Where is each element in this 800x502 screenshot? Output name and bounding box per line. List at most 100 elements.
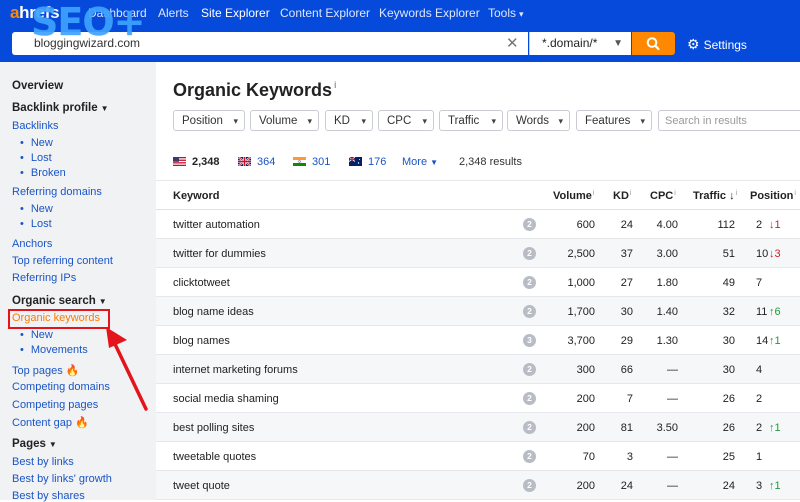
chevron-down-icon: ▾ (558, 116, 563, 126)
col-header-position[interactable]: Positioni (750, 190, 796, 202)
info-icon[interactable]: i (334, 80, 337, 90)
nav-alerts[interactable]: Alerts (158, 6, 189, 20)
serp-features-badge[interactable]: 2 (523, 421, 536, 434)
sidebar-item-competing-pages[interactable]: Competing pages (12, 399, 98, 411)
filter-cpc[interactable]: CPC ▾ (378, 110, 434, 131)
sidebar-backlink-profile[interactable]: Backlink profile ▼ (12, 102, 109, 114)
keyword-cell[interactable]: tweetable quotes (173, 451, 256, 463)
nav-keywords-explorer[interactable]: Keywords Explorer (379, 6, 480, 20)
col-header-volume[interactable]: Volumei (553, 190, 594, 202)
sidebar-item-backlinks-lost[interactable]: Lost (20, 152, 52, 164)
sidebar-item-backlinks[interactable]: Backlinks (12, 120, 58, 132)
filter-label: Traffic (448, 115, 480, 127)
filter-traffic[interactable]: Traffic ▾ (439, 110, 503, 131)
nav-site-explorer[interactable]: Site Explorer (201, 6, 270, 20)
col-header-keyword[interactable]: Keyword (173, 190, 219, 202)
country-uk[interactable]: 364 (238, 156, 275, 168)
col-header-label: CPC (650, 190, 674, 202)
serp-features-badge[interactable]: 2 (523, 218, 536, 231)
sidebar-item-organic-movements[interactable]: Movements (20, 344, 88, 356)
serp-features-badge[interactable]: 2 (523, 305, 536, 318)
filter-words[interactable]: Words ▾ (507, 110, 570, 131)
sidebar-item-top-referring-content[interactable]: Top referring content (12, 255, 113, 267)
filter-position[interactable]: Position ▾ (173, 110, 245, 131)
kd-cell: 81 (620, 422, 633, 434)
keyword-cell[interactable]: blog names (173, 335, 230, 347)
col-header-traffic[interactable]: Traffic ↓i (693, 190, 737, 202)
traffic-cell[interactable]: 26 (690, 393, 735, 405)
more-countries-button[interactable]: More ▼ (402, 156, 438, 168)
sidebar-item-competing-domains[interactable]: Competing domains (12, 381, 110, 393)
traffic-cell[interactable]: 30 (690, 364, 735, 376)
country-us[interactable]: 2,348 (173, 156, 220, 168)
kd-cell: 30 (620, 306, 633, 318)
filter-features[interactable]: Features ▾ (576, 110, 652, 131)
search-in-results-input[interactable]: Search in results (658, 110, 800, 131)
position-change-value: 1 (774, 335, 781, 347)
sidebar-item-anchors[interactable]: Anchors (12, 238, 52, 250)
australia-flag-icon (349, 156, 362, 166)
sidebar-item-referring-ips[interactable]: Referring IPs (12, 272, 76, 284)
sidebar-pages[interactable]: Pages ▼ (12, 438, 57, 450)
country-au[interactable]: 176 (349, 156, 386, 168)
traffic-cell[interactable]: 32 (690, 306, 735, 318)
sidebar-item-backlinks-new[interactable]: New (20, 137, 53, 149)
traffic-cell[interactable]: 24 (690, 480, 735, 492)
traffic-cell[interactable]: 112 (690, 219, 735, 231)
serp-features-badge[interactable]: 2 (523, 247, 536, 260)
volume-cell: 200 (576, 480, 595, 492)
serp-features-badge[interactable]: 2 (523, 450, 536, 463)
serp-features-badge[interactable]: 2 (523, 392, 536, 405)
traffic-cell[interactable]: 25 (690, 451, 735, 463)
sidebar-organic-search[interactable]: Organic search ▼ (12, 295, 107, 307)
filter-label: Features (585, 115, 631, 127)
sidebar-item-best-by-links[interactable]: Best by links (12, 456, 74, 468)
settings-button[interactable]: ⚙ Settings (687, 36, 747, 53)
mode-select[interactable]: *.domain/* ▼ (529, 32, 631, 55)
serp-features-badge[interactable]: 3 (523, 334, 536, 347)
filter-volume[interactable]: Volume ▾ (250, 110, 319, 131)
sidebar-item-top-pages[interactable]: Top pages 🔥 (12, 364, 80, 377)
sidebar-item-referring-domains-new[interactable]: New (20, 203, 53, 215)
sidebar-backlink-profile-label: Backlink profile (12, 102, 98, 114)
serp-features-badge[interactable]: 2 (523, 276, 536, 289)
serp-features-badge[interactable]: 2 (523, 363, 536, 376)
traffic-cell[interactable]: 30 (690, 335, 735, 347)
keyword-cell[interactable]: blog name ideas (173, 306, 254, 318)
col-header-cpc[interactable]: CPCi (650, 190, 676, 202)
keyword-cell[interactable]: tweet quote (173, 480, 230, 492)
filter-kd[interactable]: KD ▾ (325, 110, 373, 131)
results-count: 2,348 results (459, 156, 522, 168)
sidebar-item-referring-domains[interactable]: Referring domains (12, 186, 102, 198)
keyword-cell[interactable]: internet marketing forums (173, 364, 298, 376)
keyword-cell[interactable]: best polling sites (173, 422, 254, 434)
nav-tools[interactable]: Tools ▾ (488, 6, 524, 20)
clear-icon[interactable]: ✕ (506, 35, 519, 52)
sidebar-overview[interactable]: Overview (12, 80, 63, 92)
search-button[interactable] (632, 32, 675, 55)
chevron-down-icon: ▾ (233, 116, 238, 126)
cpc-cell: 4.00 (656, 219, 678, 231)
traffic-cell[interactable]: 26 (690, 422, 735, 434)
cpc-cell: 1.80 (656, 277, 678, 289)
col-header-kd[interactable]: KDi (613, 190, 631, 202)
chevron-down-icon: ▾ (361, 116, 366, 126)
keyword-cell[interactable]: twitter for dummies (173, 248, 266, 260)
sidebar-item-referring-domains-lost[interactable]: Lost (20, 218, 52, 230)
filter-label: KD (334, 115, 350, 127)
traffic-cell[interactable]: 51 (690, 248, 735, 260)
sidebar-item-best-by-shares[interactable]: Best by shares (12, 490, 85, 502)
country-in[interactable]: 301 (293, 156, 330, 168)
sidebar-item-backlinks-broken[interactable]: Broken (20, 167, 66, 179)
sidebar-item-organic-new[interactable]: New (20, 329, 53, 341)
keyword-cell[interactable]: social media shaming (173, 393, 279, 405)
serp-features-badge[interactable]: 2 (523, 479, 536, 492)
traffic-cell[interactable]: 49 (690, 277, 735, 289)
nav-content-explorer[interactable]: Content Explorer (280, 6, 370, 20)
keyword-cell[interactable]: twitter automation (173, 219, 260, 231)
col-header-label: Volume (553, 190, 592, 202)
keyword-cell[interactable]: clicktotweet (173, 277, 230, 289)
sidebar-item-best-by-links-growth[interactable]: Best by links' growth (12, 473, 112, 485)
sidebar-item-content-gap[interactable]: Content gap 🔥 (12, 416, 89, 429)
sidebar-item-organic-keywords[interactable]: Organic keywords (12, 312, 100, 324)
